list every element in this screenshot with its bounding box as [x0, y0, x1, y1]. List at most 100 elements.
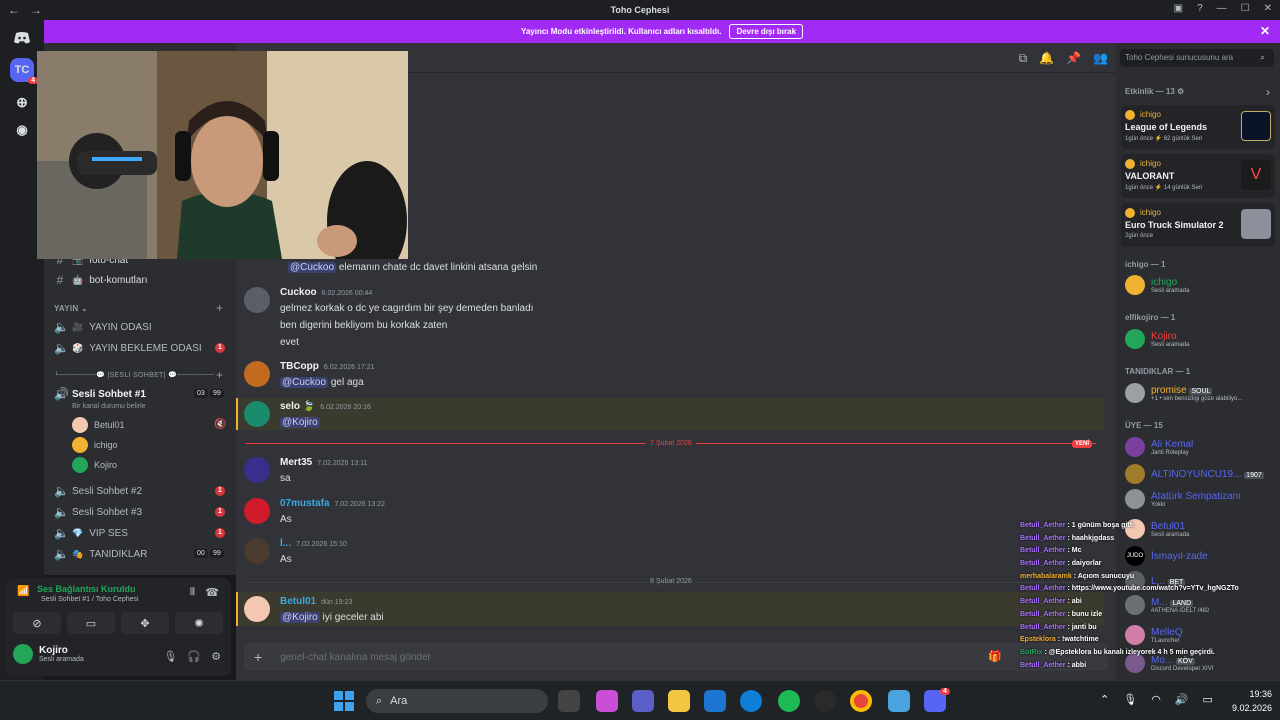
help-icon[interactable]: ?: [1197, 3, 1203, 14]
message[interactable]: Mert35 7.02.2026 13:11 sa: [244, 457, 367, 485]
message-author[interactable]: l...: [280, 538, 291, 549]
camera-off-button[interactable]: ⊘: [13, 612, 61, 634]
maximize-button[interactable]: ☐: [1241, 3, 1250, 14]
message[interactable]: @Cuckoo elemanın chate dc davet linkini …: [288, 261, 537, 274]
activity-card[interactable]: ichigo VALORANT 1gün önce ⚡ 14 günlük Se…: [1121, 154, 1275, 198]
activities-button[interactable]: ✥: [121, 612, 169, 634]
settings-gear-icon[interactable]: ⚙: [211, 650, 221, 663]
message-author[interactable]: selo 🍃: [280, 401, 315, 412]
channel-status-prompt[interactable]: Bir kanal durumu belirle: [72, 403, 146, 410]
channel-bot-komutlari[interactable]: # 🤖 bot-komutları: [54, 271, 148, 289]
channel-tanidiklar[interactable]: 🔈 🎭 TANIDIKLAR: [54, 545, 147, 563]
microphone-icon[interactable]: 🎙: [1123, 693, 1137, 706]
taskbar-search[interactable]: ⌕ Ara: [366, 689, 548, 713]
server-search-input[interactable]: Toho Cephesi sunucusunu ara: [1120, 49, 1274, 67]
user-mention[interactable]: @Cuckoo: [280, 377, 329, 388]
channel-yayin-odasi[interactable]: 🔈 🎥 YAYIN ODASI: [54, 318, 152, 336]
message[interactable]: Cuckoo 6.02.2026 00:44 gelmez korkak o dc…: [244, 287, 533, 349]
pin-icon[interactable]: 📌: [1066, 51, 1081, 66]
channel-vip-ses[interactable]: 🔈 💎 VIP SES: [54, 524, 128, 542]
search-icon[interactable]: ⌕: [1260, 52, 1265, 63]
avatar[interactable]: [244, 457, 270, 483]
discord-home-icon[interactable]: [10, 26, 34, 50]
member-list-icon[interactable]: 👥: [1093, 51, 1108, 66]
disable-streamer-mode-button[interactable]: Devre dışı bırak: [729, 24, 804, 39]
microphone-icon[interactable]: 🎙: [163, 650, 177, 663]
disconnect-icon[interactable]: ☎: [205, 586, 219, 599]
activity-card[interactable]: ichigo Euro Truck Simulator 2 2gün önce: [1121, 203, 1275, 247]
close-banner-icon[interactable]: ✕: [1260, 24, 1270, 38]
current-user[interactable]: Kojiro Sesli aramada: [13, 644, 84, 664]
voice-status[interactable]: Ses Bağlantısı Kuruldu: [37, 584, 136, 594]
screen-share-button[interactable]: ▭: [67, 612, 115, 634]
voice-user[interactable]: Kojiro: [72, 457, 117, 473]
message-author[interactable]: Betul01: [280, 596, 316, 607]
voice-channel-path[interactable]: Sesli Sohbet #1 / Toho Cephesi: [41, 596, 139, 603]
notification-bell-icon[interactable]: 🔔: [1039, 51, 1054, 66]
avatar[interactable]: [244, 538, 270, 564]
member-item[interactable]: promise SOUL +1 • sen bensizligi göze ala…: [1125, 383, 1242, 403]
message[interactable]: TBCopp 6.02.2026 17:21 @Cuckoo gel aga: [244, 361, 375, 389]
avatar[interactable]: [244, 596, 270, 622]
message[interactable]: Betul01 dün 19:23 @Kojiro iyi geceler abi: [244, 596, 384, 624]
message-author[interactable]: TBCopp: [280, 361, 319, 372]
discover-icon[interactable]: ◉: [10, 118, 34, 142]
member-item[interactable]: ichigo Sesli aramada: [1125, 275, 1189, 295]
obs-icon[interactable]: [814, 690, 836, 712]
file-explorer-icon[interactable]: [668, 690, 690, 712]
member-item[interactable]: Ali Kemal Janti Roleplay: [1125, 437, 1193, 457]
add-channel-icon[interactable]: +: [216, 368, 223, 382]
user-mention[interactable]: @Kojiro: [280, 417, 320, 428]
windows-start-icon[interactable]: [334, 691, 354, 711]
task-view-icon[interactable]: [558, 690, 580, 712]
member-item[interactable]: ALTINOYUNCU19... 1907: [1125, 464, 1264, 484]
chrome-icon[interactable]: [850, 690, 872, 712]
gift-icon[interactable]: 🎁: [988, 650, 1002, 663]
activity-card[interactable]: ichigo League of Legends 1gün önce ⚡ 62 …: [1121, 105, 1275, 149]
teams-icon[interactable]: [632, 690, 654, 712]
channel-sesli-sohbet-2[interactable]: 🔈 Sesli Sohbet #2: [54, 482, 142, 500]
close-button[interactable]: ✕: [1264, 3, 1272, 14]
avatar[interactable]: [244, 361, 270, 387]
message-author[interactable]: 07mustafa: [280, 498, 329, 509]
wifi-icon[interactable]: ◠: [1151, 693, 1161, 706]
message[interactable]: l... 7.02.2026 15:10 As: [244, 538, 347, 566]
message-input[interactable]: genel-chat kanalına mesaj gönder: [280, 652, 431, 663]
message[interactable]: 07mustafa 7.02.2026 13:22 As: [244, 498, 385, 526]
edge-icon[interactable]: [740, 690, 762, 712]
avatar[interactable]: [244, 287, 270, 313]
store-icon[interactable]: [704, 690, 726, 712]
message[interactable]: selo 🍃 6.02.2026 20:16 @Kojiro: [244, 401, 371, 429]
chevron-right-icon[interactable]: ›: [1266, 85, 1270, 99]
add-channel-icon[interactable]: +: [216, 301, 223, 315]
headphones-icon[interactable]: 🎧: [187, 650, 201, 663]
member-item[interactable]: Kojiro Sesli aramada: [1125, 329, 1189, 349]
copilot-icon[interactable]: [596, 690, 618, 712]
signal-icon[interactable]: 📶: [17, 586, 29, 597]
voice-user[interactable]: Betul01: [72, 417, 125, 433]
user-mention[interactable]: @Kojiro: [280, 612, 320, 623]
add-server-icon[interactable]: ⊕: [10, 90, 34, 114]
app-icon[interactable]: [888, 690, 910, 712]
volume-icon[interactable]: 🔊: [1175, 693, 1189, 706]
attach-plus-icon[interactable]: +: [254, 649, 262, 665]
voice-user[interactable]: ichigo: [72, 437, 118, 453]
soundboard-button[interactable]: ✺: [175, 612, 223, 634]
battery-icon[interactable]: ▭: [1203, 693, 1213, 706]
member-item[interactable]: Atatürk Sempatizanı Yokki: [1125, 489, 1241, 509]
channel-sesli-sohbet-1[interactable]: 🔊 Sesli Sohbet #1: [54, 385, 146, 403]
category-sesli-sohbet[interactable]: └───────💬 |SESLİ SOHBET| 💬───────: [54, 371, 214, 379]
category-yayin[interactable]: YAYIN ⌄: [54, 304, 88, 313]
clock[interactable]: 19:36 9.02.2026: [1232, 687, 1272, 715]
message-input-bar[interactable]: + genel-chat kanalına mesaj gönder 🎁: [244, 643, 1108, 671]
threads-icon[interactable]: ⧉: [1019, 51, 1028, 66]
spotify-icon[interactable]: [778, 690, 800, 712]
channel-yayin-bekleme-odasi[interactable]: 🔈 🎲 YAYIN BEKLEME ODASI: [54, 339, 202, 357]
avatar[interactable]: [244, 498, 270, 524]
channel-sesli-sohbet-3[interactable]: 🔈 Sesli Sohbet #3: [54, 503, 142, 521]
user-mention[interactable]: @Cuckoo: [288, 262, 337, 273]
soundboard-icon[interactable]: 𝄃𝄃: [191, 587, 195, 598]
avatar[interactable]: [244, 401, 270, 427]
chevron-up-icon[interactable]: ⌃: [1100, 693, 1109, 706]
inbox-icon[interactable]: ▣: [1174, 3, 1183, 14]
